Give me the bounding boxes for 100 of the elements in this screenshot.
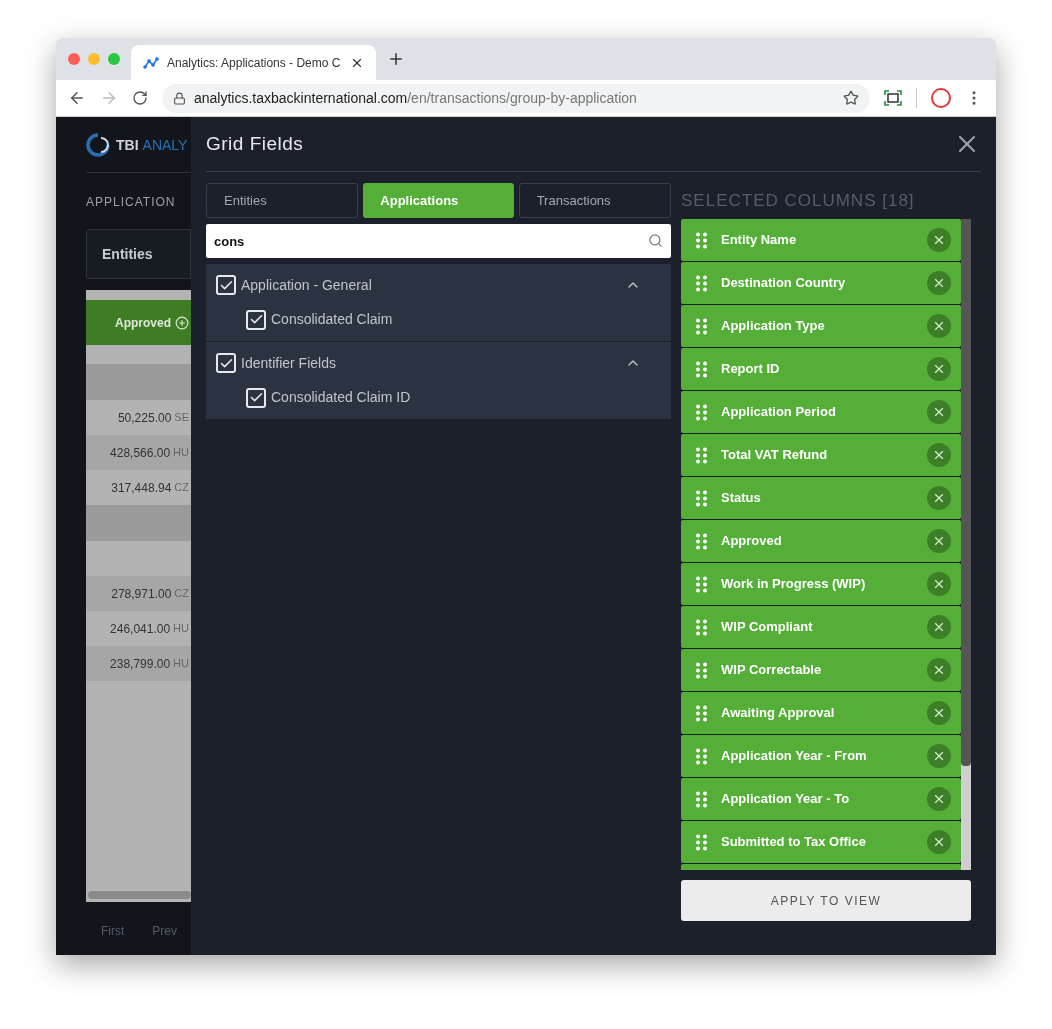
logo-subtext: ANALY (142, 135, 188, 155)
drag-handle-icon[interactable] (696, 532, 707, 550)
remove-icon[interactable] (927, 787, 951, 811)
category-tab[interactable]: Entities (206, 183, 359, 218)
drag-handle-icon[interactable] (696, 747, 707, 765)
column-name: Entity Name (721, 231, 798, 250)
selected-column-item[interactable]: Application Year - To (681, 778, 961, 820)
pager-link[interactable]: Prev (152, 922, 177, 940)
remove-icon[interactable] (927, 830, 951, 854)
drag-handle-icon[interactable] (696, 446, 707, 464)
apply-button[interactable]: APPLY TO VIEW (681, 880, 971, 921)
drag-handle-icon[interactable] (696, 317, 707, 335)
selected-column-item[interactable]: WIP Correctable (681, 649, 961, 691)
reload-icon[interactable] (132, 90, 148, 106)
drag-handle-icon[interactable] (696, 833, 707, 851)
currency-cell-text: SE (174, 410, 189, 426)
selected-column-item[interactable]: Report ID (681, 348, 961, 390)
remove-icon[interactable] (927, 314, 951, 338)
column-name: Application Year - To (721, 790, 851, 809)
new-tab-icon[interactable] (387, 50, 405, 68)
field-label: Consolidated Claim ID (271, 388, 411, 407)
url-field[interactable]: analytics.taxbackinternational.com/en/transactions/group-by-application (162, 83, 870, 113)
selected-column-item[interactable]: Destination Country (681, 262, 961, 304)
drag-handle-icon[interactable] (696, 403, 707, 421)
drag-handle-icon[interactable] (696, 661, 707, 679)
selected-column-item[interactable]: Entity Name (681, 219, 961, 261)
selected-column-item[interactable]: Submitted to Tax Office (681, 821, 961, 863)
add-icon (175, 315, 189, 330)
remove-icon[interactable] (927, 400, 951, 424)
amount-cell-text: 246,041.00 (110, 620, 171, 638)
drag-handle-icon[interactable] (696, 790, 707, 808)
drag-handle-icon[interactable] (696, 231, 707, 249)
amount-cell-text: 50,225.00 (117, 409, 172, 427)
currency-cell-text: HU (173, 621, 189, 637)
remove-icon[interactable] (927, 701, 951, 725)
checkbox[interactable] (216, 275, 236, 295)
drag-handle-icon[interactable] (696, 618, 707, 636)
browser-tab[interactable]: Analytics: Applications - Demo C (131, 45, 376, 80)
remove-icon[interactable] (927, 572, 951, 596)
screenshot-icon[interactable] (884, 90, 902, 106)
selected-column-item[interactable]: Application Year - From (681, 735, 961, 777)
lock-icon (173, 91, 186, 105)
selected-column-item[interactable]: WIP Compliant (681, 606, 961, 648)
selected-column-item[interactable]: Approved (681, 520, 961, 562)
remove-icon[interactable] (927, 357, 951, 381)
currency-cell-text: HU (173, 445, 189, 461)
checkbox[interactable] (246, 309, 266, 330)
amount-cell-text: 238,799.00 (110, 655, 171, 673)
drag-handle-icon[interactable] (696, 575, 707, 593)
remove-icon[interactable] (927, 443, 951, 467)
drag-handle-icon[interactable] (696, 360, 707, 378)
remove-icon[interactable] (927, 615, 951, 639)
checkbox[interactable] (246, 387, 266, 408)
category-tab[interactable]: Applications (363, 183, 514, 218)
group-label: Application - General (241, 275, 373, 295)
column-name: Total VAT Refund (721, 446, 829, 465)
remove-icon[interactable] (927, 228, 951, 252)
dialog-title: Grid Fields (206, 131, 304, 156)
ring-icon[interactable] (931, 88, 951, 108)
column-name: Application Period (721, 403, 837, 422)
back-icon[interactable] (68, 89, 86, 107)
column-name: Awaiting Approval (721, 704, 836, 723)
remove-icon[interactable] (927, 744, 951, 768)
page-title: APPLICATION (86, 194, 177, 211)
column-header[interactable]: Approved (86, 300, 191, 345)
logo-icon (86, 133, 110, 157)
close-window-icon[interactable] (68, 53, 80, 65)
amount-cell-text: 317,448.94 (111, 479, 172, 497)
pager-link[interactable]: First (101, 922, 125, 940)
bookmark-star-icon[interactable] (843, 90, 859, 106)
column-name: WIP Compliant (721, 618, 814, 637)
column-name: Report ID (721, 360, 781, 379)
selected-column-item[interactable]: Application Type (681, 305, 961, 347)
selected-column-item[interactable]: Application Period (681, 391, 961, 433)
scrollbar-thumb[interactable] (961, 219, 971, 766)
group-label: Identifier Fields (241, 353, 337, 373)
drag-handle-icon[interactable] (696, 704, 707, 722)
search-field[interactable]: cons (206, 224, 671, 258)
remove-icon[interactable] (927, 658, 951, 682)
column-name: Application Type (721, 317, 826, 336)
column-name: Work in Progress (WIP) (721, 575, 867, 594)
amount-cell-text: 428,566.00 (110, 444, 171, 462)
currency-cell-text: CZ (174, 480, 189, 496)
selected-column-item[interactable]: Work in Progress (WIP) (681, 563, 961, 605)
remove-icon[interactable] (927, 529, 951, 553)
checkbox[interactable] (216, 353, 236, 373)
selected-columns-heading: SELECTED COLUMNS [18] (681, 190, 916, 213)
currency-cell-text: HU (173, 656, 189, 672)
selected-column-item[interactable]: Awaiting Approval (681, 692, 961, 734)
remove-icon[interactable] (927, 486, 951, 510)
column-name: Destination Country (721, 274, 847, 293)
selected-column-item[interactable]: Status (681, 477, 961, 519)
category-tab[interactable]: Transactions (518, 183, 671, 218)
amount-cell-text: 278,971.00 (111, 585, 172, 603)
filter-card[interactable]: Entities (86, 229, 191, 279)
selected-column-item[interactable]: Total VAT Refund (681, 434, 961, 476)
drag-handle-icon[interactable] (696, 489, 707, 507)
remove-icon[interactable] (927, 271, 951, 295)
field-label: Consolidated Claim (271, 310, 393, 329)
drag-handle-icon[interactable] (696, 274, 707, 292)
